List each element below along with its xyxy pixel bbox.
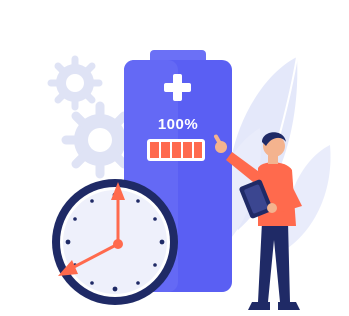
charge-level-indicator xyxy=(147,139,205,161)
gear-icon xyxy=(47,55,103,111)
clock-icon xyxy=(52,179,178,305)
gear-icon xyxy=(61,101,139,179)
battery-percentage: 100% xyxy=(157,116,199,133)
battery-charging-illustration: 100% xyxy=(0,0,349,316)
